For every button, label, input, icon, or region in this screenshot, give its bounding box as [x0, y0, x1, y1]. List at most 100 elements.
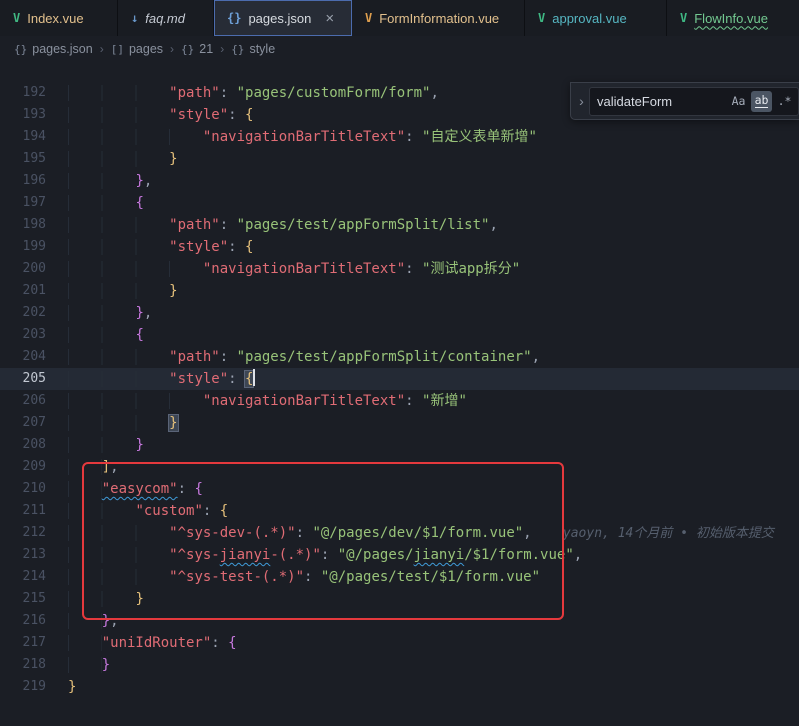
- tab-approval-vue[interactable]: Vapproval.vue: [525, 0, 667, 36]
- line-number[interactable]: 211: [0, 500, 68, 522]
- code-line-199[interactable]: 199 "style": {: [0, 236, 799, 258]
- breadcrumb-item-style[interactable]: {}style: [231, 42, 275, 56]
- tab-flowinfo-vue[interactable]: VFlowInfo.vue: [667, 0, 799, 36]
- line-number[interactable]: 208: [0, 434, 68, 456]
- code-line-201[interactable]: 201 }: [0, 280, 799, 302]
- code-line-217[interactable]: 217 "uniIdRouter": {: [0, 632, 799, 654]
- code-line-212[interactable]: 212 "^sys-dev-(.*)": "@/pages/dev/$1/for…: [0, 522, 799, 544]
- breadcrumb-separator: ›: [100, 42, 104, 56]
- line-number[interactable]: 199: [0, 236, 68, 258]
- line-content: }: [68, 412, 178, 434]
- line-content: "path": "pages/test/appFormSplit/list",: [68, 214, 498, 236]
- regex-toggle-icon[interactable]: .*: [774, 91, 795, 112]
- code-line-216[interactable]: 216 },: [0, 610, 799, 632]
- tab-pages-json[interactable]: {} pages.json ×: [214, 0, 352, 36]
- line-number[interactable]: 206: [0, 390, 68, 412]
- code-line-204[interactable]: 204 "path": "pages/test/appFormSplit/con…: [0, 346, 799, 368]
- code-line-196[interactable]: 196 },: [0, 170, 799, 192]
- code-line-205[interactable]: 205 "style": {: [0, 368, 799, 390]
- json-file-icon: {}: [227, 11, 241, 25]
- line-content: "navigationBarTitleText": "测试app拆分": [68, 258, 520, 280]
- line-number[interactable]: 202: [0, 302, 68, 324]
- line-content: "easycom": {: [68, 478, 203, 500]
- breadcrumb-item-pages[interactable]: [] pages: [111, 42, 163, 56]
- code-line-202[interactable]: 202 },: [0, 302, 799, 324]
- code-line-219[interactable]: 219}: [0, 676, 799, 698]
- code-line-210[interactable]: 210 "easycom": {: [0, 478, 799, 500]
- line-content: }: [68, 434, 144, 456]
- line-number[interactable]: 200: [0, 258, 68, 280]
- line-number[interactable]: 197: [0, 192, 68, 214]
- line-content: "navigationBarTitleText": "新增": [68, 390, 467, 412]
- code-line-198[interactable]: 198 "path": "pages/test/appFormSplit/lis…: [0, 214, 799, 236]
- code-line-213[interactable]: 213 "^sys-jianyi-(.*)": "@/pages/jianyi/…: [0, 544, 799, 566]
- tab-faq-md[interactable]: ↓ faq.md: [118, 0, 214, 36]
- symbol-icon: {}: [231, 43, 244, 56]
- line-number[interactable]: 215: [0, 588, 68, 610]
- breadcrumb-item-21[interactable]: {}21: [181, 42, 213, 56]
- line-content: },: [68, 302, 152, 324]
- code-line-211[interactable]: 211 "custom": {: [0, 500, 799, 522]
- line-number[interactable]: 207: [0, 412, 68, 434]
- git-blame-annotation: yaoyn, 14个月前 • 初始版本提交: [563, 526, 774, 541]
- line-number[interactable]: 203: [0, 324, 68, 346]
- toggle-replace-chevron-icon[interactable]: ›: [574, 93, 589, 109]
- line-content: "^sys-jianyi-(.*)": "@/pages/jianyi/$1/f…: [68, 544, 582, 566]
- line-number[interactable]: 198: [0, 214, 68, 236]
- markdown-file-icon: ↓: [131, 11, 138, 25]
- line-number[interactable]: 214: [0, 566, 68, 588]
- code-line-215[interactable]: 215 }: [0, 588, 799, 610]
- vue-file-icon: V: [538, 11, 545, 25]
- line-number[interactable]: 219: [0, 676, 68, 698]
- line-number[interactable]: 205: [0, 368, 68, 390]
- editor[interactable]: 192 "path": "pages/customForm/form",193 …: [0, 62, 799, 726]
- line-number[interactable]: 194: [0, 126, 68, 148]
- line-number[interactable]: 216: [0, 610, 68, 632]
- line-number[interactable]: 193: [0, 104, 68, 126]
- tab-label: FormInformation.vue: [379, 11, 499, 26]
- line-number[interactable]: 217: [0, 632, 68, 654]
- breadcrumb-separator: ›: [220, 42, 224, 56]
- tab-label: faq.md: [145, 11, 185, 26]
- tab-label: FlowInfo.vue: [694, 11, 768, 26]
- code-line-200[interactable]: 200 "navigationBarTitleText": "测试app拆分": [0, 258, 799, 280]
- line-number[interactable]: 201: [0, 280, 68, 302]
- code-line-197[interactable]: 197 {: [0, 192, 799, 214]
- tab-index-vue[interactable]: VIndex.vue: [0, 0, 118, 36]
- code-line-209[interactable]: 209 ],: [0, 456, 799, 478]
- line-number[interactable]: 218: [0, 654, 68, 676]
- line-number[interactable]: 213: [0, 544, 68, 566]
- line-content: }: [68, 588, 144, 610]
- whole-word-glyph: ab: [755, 94, 769, 108]
- line-number[interactable]: 204: [0, 346, 68, 368]
- line-number[interactable]: 192: [0, 82, 68, 104]
- symbol-icon: []: [111, 43, 124, 56]
- close-tab-icon[interactable]: ×: [325, 11, 334, 26]
- breadcrumb: {}pages.json›[]pages›{}21›{}style: [0, 36, 799, 62]
- find-input[interactable]: Aaab .*: [589, 87, 799, 116]
- line-number[interactable]: 212: [0, 522, 68, 544]
- line-number[interactable]: 209: [0, 456, 68, 478]
- find-widget: › Aaab .*: [570, 82, 799, 120]
- line-content: },: [68, 610, 119, 632]
- code-line-218[interactable]: 218 }: [0, 654, 799, 676]
- tab-label: pages.json: [248, 11, 311, 26]
- code-line-195[interactable]: 195 }: [0, 148, 799, 170]
- match-case-toggle-icon[interactable]: Aa: [728, 91, 749, 112]
- breadcrumb-item-pages-json[interactable]: {}pages.json: [14, 42, 93, 56]
- whole-word-toggle-icon[interactable]: ab: [751, 91, 772, 112]
- code-line-214[interactable]: 214 "^sys-test-(.*)": "@/pages/test/$1/f…: [0, 566, 799, 588]
- breadcrumb-label: pages: [129, 42, 163, 56]
- code-line-208[interactable]: 208 }: [0, 434, 799, 456]
- code-line-206[interactable]: 206 "navigationBarTitleText": "新增": [0, 390, 799, 412]
- line-content: "path": "pages/customForm/form",: [68, 82, 439, 104]
- code-line-207[interactable]: 207 }: [0, 412, 799, 434]
- line-number[interactable]: 195: [0, 148, 68, 170]
- code-line-194[interactable]: 194 "navigationBarTitleText": "自定义表单新增": [0, 126, 799, 148]
- tab-label: Index.vue: [27, 11, 83, 26]
- line-number[interactable]: 210: [0, 478, 68, 500]
- code-line-203[interactable]: 203 {: [0, 324, 799, 346]
- find-query-input[interactable]: [597, 94, 726, 109]
- tab-forminformation-vue[interactable]: VFormInformation.vue: [352, 0, 525, 36]
- line-number[interactable]: 196: [0, 170, 68, 192]
